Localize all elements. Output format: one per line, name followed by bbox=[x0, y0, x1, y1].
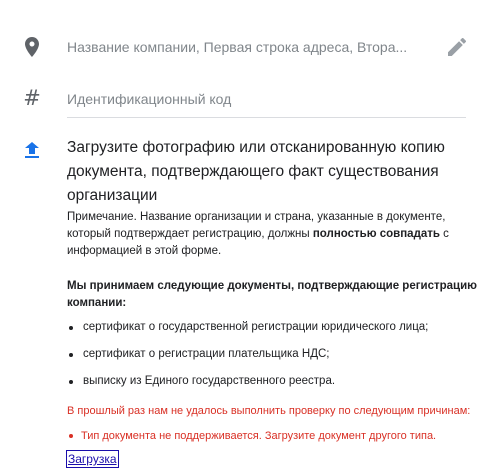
id-field-underline bbox=[67, 117, 466, 118]
upload-icon bbox=[22, 140, 42, 160]
list-item-text: выписку из Единого государственного реес… bbox=[83, 375, 336, 387]
note-bold: полностью совпадать bbox=[312, 228, 440, 240]
bullet bbox=[69, 434, 73, 438]
upload-title: Загрузите фотографию или отсканированную… bbox=[67, 139, 445, 204]
list-item-text: сертификат о регистрации плательщика НДС… bbox=[83, 348, 330, 360]
list-item: сертификат о государственной регистрации… bbox=[67, 319, 477, 336]
list-item: сертификат о регистрации плательщика НДС… bbox=[67, 346, 477, 363]
id-field-row[interactable]: # Идентификационный код bbox=[0, 84, 489, 120]
address-field-value[interactable]: Название компании, Первая строка адреса,… bbox=[67, 39, 407, 55]
errors-list: Тип документа не поддерживается. Загрузи… bbox=[67, 428, 477, 444]
hash-icon: # bbox=[23, 86, 41, 110]
upload-note: Примечание. Название организации и стран… bbox=[67, 209, 477, 260]
docs-title: Мы принимаем следующие документы, подтве… bbox=[67, 280, 477, 309]
address-field-row[interactable]: Название компании, Первая строка адреса,… bbox=[0, 30, 489, 66]
bullet bbox=[69, 353, 73, 357]
bullet bbox=[69, 380, 73, 384]
upload-link[interactable]: Загрузка bbox=[66, 450, 119, 468]
location-pin-icon bbox=[22, 37, 42, 57]
bullet bbox=[69, 326, 73, 330]
docs-list: сертификат о государственной регистрации… bbox=[67, 319, 477, 390]
upload-section: Загрузите фотографию или отсканированную… bbox=[67, 136, 477, 444]
error-item: Тип документа не поддерживается. Загрузи… bbox=[67, 428, 477, 444]
error-title: В прошлый раз нам не удалось выполнить п… bbox=[67, 405, 471, 417]
list-item: выписку из Единого государственного реес… bbox=[67, 373, 477, 390]
list-item-text: сертификат о государственной регистрации… bbox=[83, 321, 429, 333]
error-item-text: Тип документа не поддерживается. Загрузи… bbox=[81, 430, 437, 442]
pencil-icon[interactable] bbox=[447, 37, 467, 57]
id-field-input[interactable]: Идентификационный код bbox=[67, 91, 231, 107]
